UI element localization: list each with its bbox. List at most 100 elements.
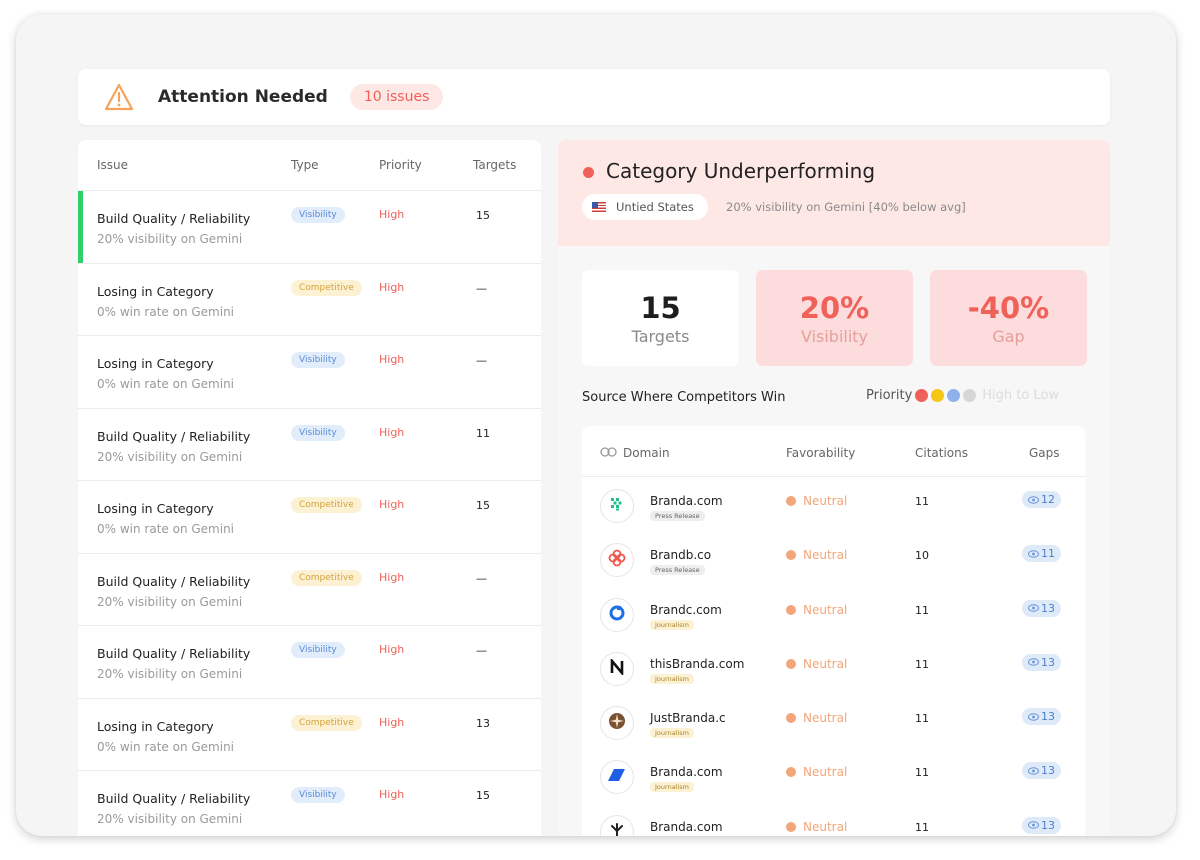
column-header-favorability[interactable]: Favorability (786, 446, 855, 460)
gaps-count: 13 (1041, 764, 1055, 778)
table-row[interactable]: Build Quality / Reliability 20% visibilit… (78, 409, 541, 481)
column-header-citations[interactable]: Citations (915, 446, 968, 460)
citations-count: 11 (915, 766, 929, 780)
column-header-priority[interactable]: Priority (379, 158, 422, 172)
favorability-dot (786, 767, 796, 778)
issue-subtitle: 20% visibility on Gemini (97, 812, 243, 826)
type-badge: Competitive (291, 569, 362, 586)
targets-count: 13 (476, 716, 490, 730)
country-chip[interactable]: Untied States (582, 194, 708, 220)
warning-icon (104, 83, 134, 111)
column-header-type[interactable]: Type (291, 158, 319, 172)
grid-diamond-icon (608, 495, 626, 517)
table-row[interactable]: Build Quality / Reliability 20% visibilit… (78, 771, 541, 836)
stat-label: Targets (631, 326, 690, 346)
type-badge: Competitive (291, 279, 362, 296)
favorability: Neutral (786, 765, 847, 779)
gaps-count: 13 (1041, 655, 1055, 669)
stat-card-visibility: 20% Visibility (756, 270, 913, 366)
column-header-gaps[interactable]: Gaps (1029, 446, 1060, 460)
issue-subtitle: 0% win rate on Gemini (97, 739, 235, 754)
table-row[interactable]: Losing in Category 0% win rate on Gemini C… (78, 699, 541, 771)
priority-dot-low (947, 389, 961, 402)
favorability: Neutral (786, 494, 847, 508)
domain-row[interactable]: Branda.com Journalism Neutral 11 13 (582, 748, 1085, 802)
targets-count: — (476, 644, 487, 657)
eye-icon (1028, 821, 1039, 829)
citations-count: 11 (915, 820, 929, 834)
domain-row[interactable]: Branda.com Press Release Neutral 11 12 (582, 477, 1085, 531)
type-badge: Visibility (291, 424, 345, 441)
issues-table-header: Issue Type Priority Targets (78, 140, 541, 191)
gaps-count: 13 (1041, 710, 1055, 724)
domain-tag: Journalism (650, 619, 695, 630)
table-row[interactable]: Build Quality / Reliability 20% visibilit… (78, 554, 541, 626)
eye-icon (1028, 658, 1039, 667)
favorability: Neutral (786, 820, 847, 834)
priority-label: High (379, 498, 405, 511)
gaps-badge[interactable]: 12 (1022, 491, 1061, 508)
domain-row[interactable]: Brandb.co Press Release Neutral 10 11 (582, 531, 1085, 585)
table-row[interactable]: Losing in Category 0% win rate on Gemini V… (78, 336, 541, 409)
domain-logo (600, 651, 634, 686)
favorability-label: Neutral (803, 819, 848, 834)
stat-value: 20% (799, 290, 870, 325)
domain-row[interactable]: JustBranda.c Journalism Neutral 11 13 (582, 694, 1085, 748)
domain-logo (600, 489, 634, 523)
domain-row[interactable]: Brandc.com Journalism Neutral 11 13 (582, 586, 1085, 640)
gaps-badge[interactable]: 13 (1022, 599, 1061, 617)
gaps-badge[interactable]: 13 (1022, 762, 1061, 780)
issue-title: Build Quality / Reliability (97, 211, 251, 226)
domain-name[interactable]: Brandb.co (650, 548, 711, 562)
targets-count: — (476, 571, 487, 585)
table-row[interactable]: Build Quality / Reliability 20% visibilit… (78, 626, 541, 699)
gaps-count: 13 (1041, 818, 1055, 832)
status-dot (583, 167, 594, 178)
attention-bar[interactable]: Attention Needed 10 issues (78, 69, 1110, 125)
issue-subtitle: 20% visibility on Gemini (97, 667, 243, 681)
gaps-badge[interactable]: 13 (1022, 708, 1061, 726)
stat-card-gap: -40% Gap (930, 270, 1087, 366)
issues-count-badge: 10 issues (349, 84, 444, 110)
issue-title: Losing in Category (97, 283, 214, 299)
favorability-dot (786, 604, 796, 615)
stat-value: 15 (640, 290, 681, 325)
targets-count: 15 (476, 209, 490, 222)
domain-name[interactable]: Branda.com (650, 494, 723, 508)
column-header-issue[interactable]: Issue (97, 158, 128, 172)
table-row[interactable]: Losing in Category 0% win rate on Gemini C… (78, 264, 541, 336)
domain-name[interactable]: thisBranda.com (650, 657, 744, 671)
gaps-badge[interactable]: 13 (1022, 653, 1061, 671)
domain-logo (600, 760, 634, 795)
domain-row[interactable]: Branda.com Neutral 11 13 (582, 803, 1085, 836)
column-header-targets[interactable]: Targets (473, 158, 516, 172)
issue-subtitle: 0% win rate on Gemini (97, 304, 235, 319)
type-badge: Visibility (291, 352, 345, 368)
gaps-count: 11 (1041, 547, 1055, 561)
eye-icon (1028, 712, 1039, 721)
targets-count: — (476, 354, 487, 367)
gaps-badge[interactable]: 11 (1022, 545, 1061, 563)
detail-header: Category Underperforming Untied States 2… (558, 140, 1110, 246)
issue-title: Build Quality / Reliability (97, 428, 251, 444)
domain-name[interactable]: JustBranda.c (650, 711, 726, 725)
table-row[interactable]: Losing in Category 0% win rate on Gemini C… (78, 481, 541, 554)
domain-name[interactable]: Brandc.com (650, 603, 722, 617)
issue-title: Build Quality / Reliability (97, 791, 251, 806)
leaf-icon (609, 822, 625, 836)
issue-title: Losing in Category (97, 718, 214, 734)
issue-title: Build Quality / Reliability (97, 573, 251, 589)
issue-subtitle: 0% win rate on Gemini (97, 377, 235, 391)
domain-name[interactable]: Branda.com (650, 765, 723, 779)
table-row[interactable]: Build Quality / Reliability 20% visibilit… (78, 191, 541, 264)
gaps-count: 12 (1041, 493, 1055, 506)
favorability-dot (786, 496, 796, 506)
gaps-badge[interactable]: 13 (1022, 816, 1061, 834)
detail-title: Category Underperforming (606, 159, 876, 183)
domain-tag: Press Release (650, 565, 705, 576)
issue-title: Losing in Category (97, 501, 214, 516)
column-header-domain[interactable]: Domain (623, 446, 670, 460)
domain-name[interactable]: Branda.com (650, 820, 723, 834)
citations-count: 11 (915, 657, 929, 671)
domain-row[interactable]: thisBranda.com Journalism Neutral 11 13 (582, 640, 1085, 694)
